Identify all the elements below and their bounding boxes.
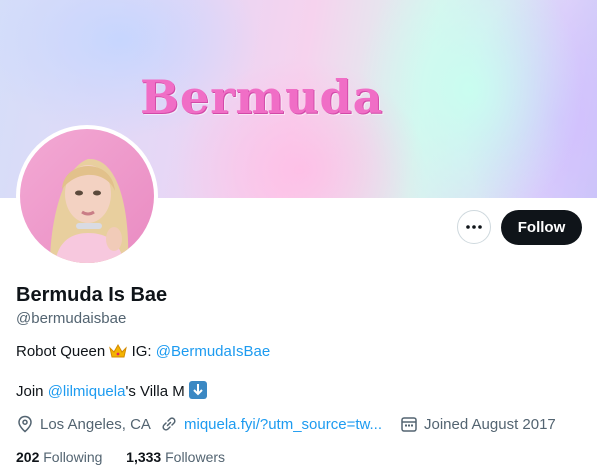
follow-counts: 202 Following 1,333 Followers: [16, 449, 225, 465]
link-icon: [162, 417, 176, 431]
bio-instagram-link[interactable]: @BermudaIsBae: [156, 343, 270, 360]
website-link[interactable]: miquela.fyi/?utm_source=tw...: [184, 416, 382, 433]
bio-text: IG:: [127, 343, 156, 360]
bio-line-1: Robot Queen IG: @BermudaIsBae: [16, 343, 270, 363]
bio-text: Join: [16, 383, 48, 400]
following-count: 202: [16, 449, 40, 465]
location-text: Los Angeles, CA: [40, 415, 151, 433]
banner-logo: Bermuda: [140, 70, 384, 124]
profile-handle: @bermudaisbae: [16, 310, 127, 327]
join-date: Joined August 2017: [400, 415, 556, 433]
more-button[interactable]: [457, 210, 491, 244]
profile-name: Bermuda Is Bae: [16, 284, 168, 306]
bio-text: Robot Queen: [16, 343, 110, 360]
followers-label: Followers: [161, 449, 226, 465]
down-arrow-icon: [188, 381, 207, 403]
bio-line-2: Join @lilmiquela's Villa M: [16, 381, 207, 403]
location-pin-icon: [18, 415, 32, 433]
bio-text: 's Villa M: [125, 383, 189, 400]
mention-link[interactable]: @lilmiquela: [48, 383, 126, 400]
website[interactable]: miquela.fyi/?utm_source=tw...: [160, 415, 382, 433]
avatar-image: [20, 129, 154, 263]
following-link[interactable]: 202 Following: [16, 449, 102, 465]
followers-link[interactable]: 1,333 Followers: [126, 449, 225, 465]
crown-icon: [109, 343, 128, 363]
following-label: Following: [39, 449, 103, 465]
follow-button[interactable]: Follow: [501, 210, 582, 245]
calendar-icon: [401, 417, 417, 432]
avatar[interactable]: [20, 129, 154, 263]
followers-count: 1,333: [126, 449, 162, 465]
join-date-text: Joined August 2017: [424, 415, 556, 433]
location: Los Angeles, CA: [16, 415, 151, 433]
more-horizontal-icon: [466, 225, 482, 229]
